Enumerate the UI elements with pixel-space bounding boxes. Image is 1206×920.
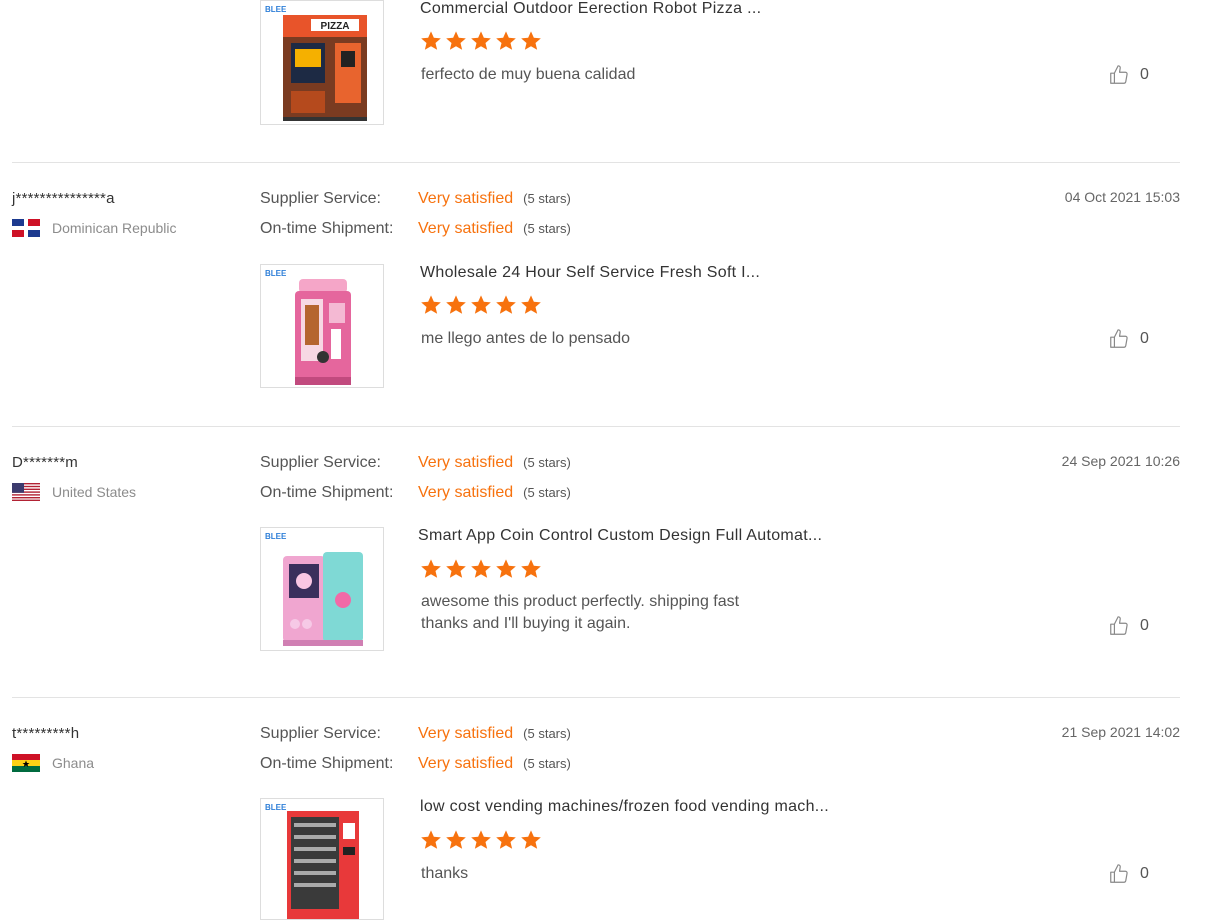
shipment-value: Very satisfied (418, 755, 514, 772)
brand-logo: BLEE (265, 5, 287, 14)
shipment-stars: (5 stars) (523, 221, 571, 236)
supplier-service-value: Very satisfied (418, 190, 514, 207)
review-divider (12, 426, 1180, 427)
vending-machine-image (287, 811, 359, 919)
star-icon (421, 559, 441, 578)
thumbs-up-icon (1110, 65, 1128, 84)
country-name: Dominican Republic (52, 220, 177, 236)
product-thumbnail[interactable]: BLEE PIZZA (260, 0, 384, 125)
supplier-service-label: Supplier Service: (260, 190, 381, 207)
buyer-country: United States (12, 483, 136, 501)
star-icon (521, 31, 541, 50)
product-title[interactable]: Smart App Coin Control Custom Design Ful… (418, 527, 822, 545)
review-comment: me llego antes de lo pensado (421, 330, 631, 347)
star-icon (521, 559, 541, 578)
like-count: 0 (1140, 617, 1149, 634)
star-icon (446, 295, 466, 314)
product-thumbnail[interactable]: BLEE (260, 264, 384, 388)
pizza-machine-image: PIZZA (283, 15, 367, 121)
supplier-service-label: Supplier Service: (260, 725, 381, 742)
brand-logo: BLEE (265, 803, 287, 812)
star-icon (496, 559, 516, 578)
star-icon (471, 31, 491, 50)
star-icon (421, 295, 441, 314)
cotton-candy-machine-image (283, 552, 363, 646)
star-icon (521, 830, 541, 849)
product-title[interactable]: Wholesale 24 Hour Self Service Fresh Sof… (420, 264, 760, 282)
star-icon (521, 295, 541, 314)
star-icon (496, 31, 516, 50)
thumbs-up-icon (1110, 864, 1128, 883)
shipment-stars: (5 stars) (523, 485, 571, 500)
shipment-rating: On-time Shipment: Very satisfied (5 star… (260, 220, 571, 238)
country-name: Ghana (52, 755, 95, 771)
like-button[interactable]: 0 (1108, 64, 1149, 86)
star-icon (496, 830, 516, 849)
supplier-service-stars: (5 stars) (523, 191, 571, 206)
shipment-value: Very satisfied (418, 220, 514, 237)
country-name: United States (52, 484, 137, 500)
supplier-service-stars: (5 stars) (523, 455, 571, 470)
buyer-name: j***************a (12, 190, 115, 207)
united-states-flag-icon (12, 483, 40, 501)
review-date: 24 Sep 2021 10:26 (1061, 453, 1180, 469)
ghana-flag-icon (12, 754, 40, 772)
like-button[interactable]: 0 (1108, 863, 1149, 885)
like-count: 0 (1140, 66, 1149, 83)
product-thumbnail[interactable]: BLEE (260, 798, 384, 920)
shipment-label: On-time Shipment: (260, 755, 394, 772)
review-date: 21 Sep 2021 14:02 (1061, 724, 1180, 740)
star-icon (471, 830, 491, 849)
supplier-service-value: Very satisfied (418, 454, 514, 471)
product-rating-stars (420, 30, 542, 52)
like-count: 0 (1140, 865, 1149, 882)
product-rating-stars (420, 558, 542, 580)
brand-logo: BLEE (265, 269, 287, 278)
like-button[interactable]: 0 (1108, 615, 1149, 637)
star-icon (421, 31, 441, 50)
supplier-service-stars: (5 stars) (523, 726, 571, 741)
star-icon (471, 559, 491, 578)
product-thumbnail[interactable]: BLEE (260, 527, 384, 651)
star-icon (496, 295, 516, 314)
product-title[interactable]: low cost vending machines/frozen food ve… (420, 798, 829, 816)
product-rating-stars (420, 829, 542, 851)
product-title[interactable]: Commercial Outdoor Eerection Robot Pizza… (420, 0, 761, 18)
thumbs-up-icon (1110, 329, 1128, 348)
shipment-value: Very satisfied (418, 484, 514, 501)
supplier-service-rating: Supplier Service: Very satisfied (5 star… (260, 725, 571, 743)
supplier-service-rating: Supplier Service: Very satisfied (5 star… (260, 454, 571, 472)
shipment-label: On-time Shipment: (260, 484, 394, 501)
like-count: 0 (1140, 330, 1149, 347)
ice-cream-machine-image (295, 279, 351, 385)
review-comment: ferfecto de muy buena calidad (421, 66, 636, 83)
star-icon (446, 559, 466, 578)
thumbs-up-icon (1110, 616, 1128, 635)
star-icon (471, 295, 491, 314)
review-date: 04 Oct 2021 15:03 (1064, 189, 1180, 205)
brand-logo: BLEE (265, 532, 287, 541)
product-rating-stars (420, 294, 542, 316)
buyer-name: t*********h (12, 725, 80, 742)
buyer-country: Ghana (12, 754, 94, 772)
supplier-service-label: Supplier Service: (260, 454, 381, 471)
review-comment: awesome this product perfectly. shipping… (421, 593, 740, 632)
shipment-label: On-time Shipment: (260, 220, 394, 237)
like-button[interactable]: 0 (1108, 328, 1149, 350)
supplier-service-value: Very satisfied (418, 725, 514, 742)
review-divider (12, 697, 1180, 698)
dominican-republic-flag-icon (12, 219, 40, 237)
supplier-service-rating: Supplier Service: Very satisfied (5 star… (260, 190, 571, 208)
buyer-country: Dominican Republic (12, 219, 177, 237)
review-comment: thanks (421, 865, 469, 882)
shipment-stars: (5 stars) (523, 756, 571, 771)
buyer-name: D*******m (12, 454, 78, 471)
star-icon (446, 31, 466, 50)
shipment-rating: On-time Shipment: Very satisfied (5 star… (260, 484, 571, 502)
star-icon (421, 830, 441, 849)
shipment-rating: On-time Shipment: Very satisfied (5 star… (260, 755, 571, 773)
review-divider (12, 162, 1180, 163)
star-icon (446, 830, 466, 849)
svg-text:PIZZA: PIZZA (321, 21, 350, 32)
